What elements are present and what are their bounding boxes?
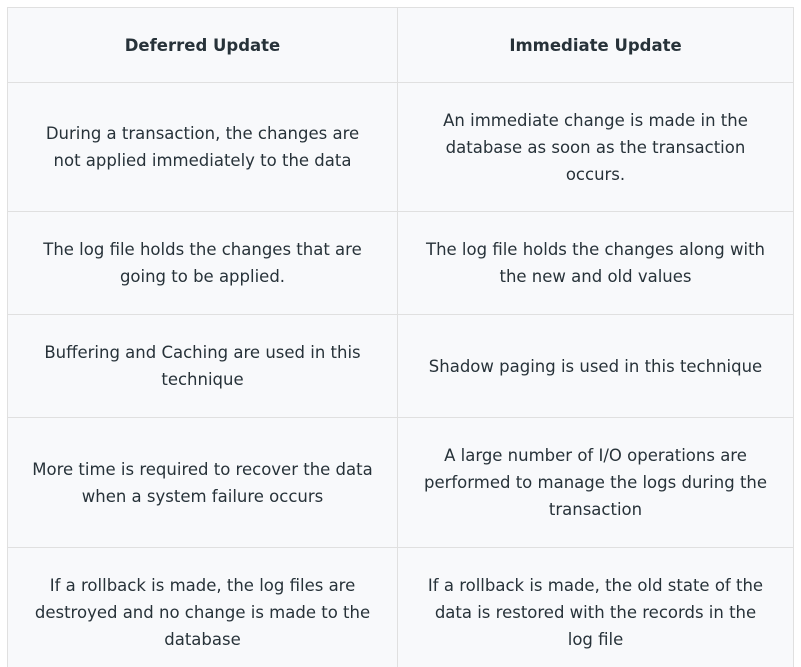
table-header-row: Deferred Update Immediate Update: [8, 8, 794, 83]
table-cell: Buffering and Caching are used in this t…: [8, 315, 398, 418]
table-cell: The log file holds the changes along wit…: [398, 212, 794, 315]
table-cell: If a rollback is made, the old state of …: [398, 548, 794, 667]
table-cell: An immediate change is made in the datab…: [398, 83, 794, 212]
table-row: If a rollback is made, the log files are…: [8, 548, 794, 667]
table-cell: A large number of I/O operations are per…: [398, 418, 794, 548]
comparison-table: Deferred Update Immediate Update During …: [7, 7, 794, 667]
table-row: The log file holds the changes that are …: [8, 212, 794, 315]
table-row: During a transaction, the changes are no…: [8, 83, 794, 212]
table-row: Buffering and Caching are used in this t…: [8, 315, 794, 418]
table-cell: Shadow paging is used in this technique: [398, 315, 794, 418]
comparison-table-container: Deferred Update Immediate Update During …: [7, 7, 794, 667]
table-row: More time is required to recover the dat…: [8, 418, 794, 548]
header-immediate-update: Immediate Update: [398, 8, 794, 83]
header-deferred-update: Deferred Update: [8, 8, 398, 83]
table-cell: During a transaction, the changes are no…: [8, 83, 398, 212]
table-cell: If a rollback is made, the log files are…: [8, 548, 398, 667]
table-cell: More time is required to recover the dat…: [8, 418, 398, 548]
table-cell: The log file holds the changes that are …: [8, 212, 398, 315]
